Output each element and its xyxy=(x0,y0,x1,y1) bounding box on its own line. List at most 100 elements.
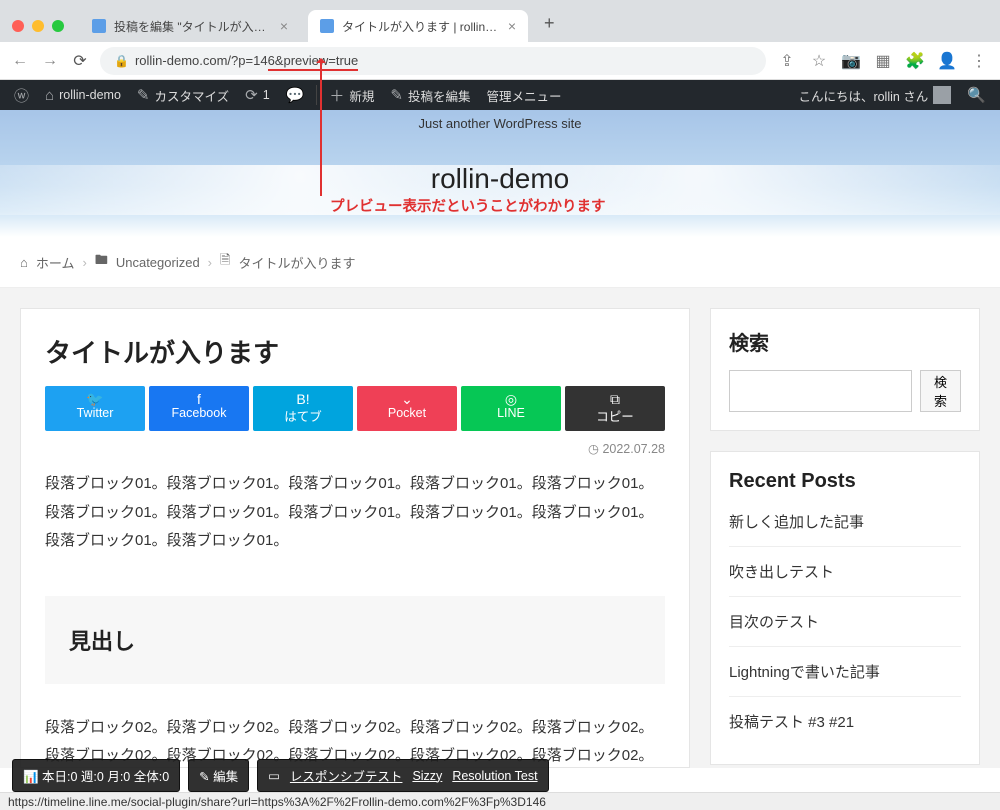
list-item: 新しく追加した記事 xyxy=(729,507,961,546)
back-button[interactable]: ← xyxy=(10,52,30,70)
forward-button[interactable]: → xyxy=(40,52,60,70)
wp-logo[interactable]: ⓦ xyxy=(6,80,37,110)
close-window-button[interactable] xyxy=(12,20,24,32)
reload-button[interactable]: ⟳ xyxy=(70,51,90,71)
share-hatena-button[interactable]: B!はてブ xyxy=(253,386,353,431)
share-copy-button[interactable]: ⧉コピー xyxy=(565,386,665,431)
pocket-icon: ⌄ xyxy=(357,392,457,406)
profile-icon[interactable]: 👤 xyxy=(936,51,958,71)
breadcrumb-category[interactable]: Uncategorized xyxy=(116,255,200,270)
share-icon[interactable]: ⇪ xyxy=(776,51,798,71)
recent-post-link[interactable]: 新しく追加した記事 xyxy=(729,514,864,531)
close-tab-icon[interactable]: × xyxy=(508,18,516,34)
home-icon: ⌂ xyxy=(20,255,28,270)
folder-icon: 🖿 xyxy=(95,251,108,273)
site-name-link[interactable]: ⌂rollin-demo xyxy=(37,80,129,110)
list-item: Lightningで書いた記事 xyxy=(729,646,961,696)
copy-icon: ⧉ xyxy=(565,392,665,406)
search-widget: 検索 検索 xyxy=(710,308,980,431)
sizzy-link[interactable]: Sizzy xyxy=(412,769,442,783)
minimize-window-button[interactable] xyxy=(32,20,44,32)
resolution-test-link[interactable]: Resolution Test xyxy=(452,769,537,783)
hatena-icon: B! xyxy=(253,392,353,406)
chevron-right-icon: › xyxy=(82,255,86,270)
recent-post-link[interactable]: Lightningで書いた記事 xyxy=(729,664,880,681)
recent-posts-widget: Recent Posts 新しく追加した記事 吹き出しテスト 目次のテスト Li… xyxy=(710,451,980,765)
new-content-link[interactable]: ＋新規 xyxy=(321,80,382,110)
comment-icon: 💬 xyxy=(286,86,305,104)
camera-icon[interactable]: 📷 xyxy=(840,51,862,71)
account-greeting[interactable]: こんにちは、rollin さん xyxy=(790,86,959,105)
lock-icon: 🔒 xyxy=(114,54,129,68)
favicon-icon xyxy=(320,19,334,33)
search-toggle[interactable]: 🔍 xyxy=(959,86,994,104)
browser-chrome: 投稿を編集 "タイトルが入ります" × タイトルが入ります | rollin-d… xyxy=(0,0,1000,80)
breadcrumb-current: タイトルが入ります xyxy=(238,253,355,272)
browser-status-bar: https://timeline.line.me/social-plugin/s… xyxy=(0,792,1000,810)
maximize-window-button[interactable] xyxy=(52,20,64,32)
recent-post-link[interactable]: 目次のテスト xyxy=(729,614,819,631)
pencil-icon: ✎ xyxy=(390,86,403,104)
facebook-icon: f xyxy=(149,392,249,406)
divider xyxy=(316,85,317,105)
avatar xyxy=(933,86,951,104)
tab-label: 投稿を編集 "タイトルが入ります" xyxy=(114,18,272,35)
widget-title: 検索 xyxy=(729,327,961,356)
home-icon: ⌂ xyxy=(45,87,54,104)
extension-icon[interactable]: ▦ xyxy=(872,51,894,71)
dev-toolbar: 📊 本日:0 週:0 月:0 全体:0 ✎ 編集 ▭ レスポンシブテスト Siz… xyxy=(12,759,549,792)
breadcrumb: ⌂ ホーム › 🖿 Uncategorized › 🗎 タイトルが入ります xyxy=(0,237,1000,288)
search-icon: 🔍 xyxy=(967,86,986,104)
recent-post-link[interactable]: 吹き出しテスト xyxy=(729,564,834,581)
post-date: 2022.07.28 xyxy=(45,431,665,470)
browser-tab-inactive[interactable]: 投稿を編集 "タイトルが入ります" × xyxy=(80,10,300,42)
device-icon: ▭ xyxy=(268,768,280,783)
list-item: 投稿テスト #3 #21 xyxy=(729,696,961,746)
extensions-puzzle-icon[interactable]: 🧩 xyxy=(904,51,926,71)
share-twitter-button[interactable]: 🐦Twitter xyxy=(45,386,145,431)
address-bar[interactable]: 🔒 rollin-demo.com/?p=146&preview=true xyxy=(100,47,766,75)
share-facebook-button[interactable]: fFacebook xyxy=(149,386,249,431)
site-header: Just another WordPress site rollin-demo xyxy=(0,110,1000,237)
list-item: 目次のテスト xyxy=(729,596,961,646)
manage-menu-link[interactable]: 管理メニュー xyxy=(478,80,569,110)
tab-label: タイトルが入ります | rollin-demo xyxy=(342,18,500,35)
plus-icon: ＋ xyxy=(329,85,344,106)
recent-post-link[interactable]: 投稿テスト #3 #21 xyxy=(729,714,854,731)
wp-admin-bar: ⓦ ⌂rollin-demo ✎カスタマイズ ⟳1 💬 ＋新規 ✎投稿を編集 管… xyxy=(0,80,1000,110)
star-icon[interactable]: ☆ xyxy=(808,51,830,71)
search-input[interactable] xyxy=(729,370,912,412)
site-tagline: Just another WordPress site xyxy=(0,110,1000,131)
updates-link[interactable]: ⟳1 xyxy=(237,80,278,110)
list-item: 吹き出しテスト xyxy=(729,546,961,596)
stats-box[interactable]: 📊 本日:0 週:0 月:0 全体:0 xyxy=(12,759,180,792)
window-controls xyxy=(8,20,72,42)
chevron-right-icon: › xyxy=(208,255,212,270)
share-pocket-button[interactable]: ⌄Pocket xyxy=(357,386,457,431)
post-article: タイトルが入ります 🐦Twitter fFacebook B!はてブ ⌄Pock… xyxy=(20,308,690,768)
line-icon: ◎ xyxy=(461,392,561,406)
paragraph-block: 段落ブロック01。段落ブロック01。段落ブロック01。段落ブロック01。段落ブロ… xyxy=(45,470,665,556)
twitter-icon: 🐦 xyxy=(45,392,145,406)
close-tab-icon[interactable]: × xyxy=(280,18,288,34)
customize-link[interactable]: ✎カスタマイズ xyxy=(129,80,237,110)
site-title[interactable]: rollin-demo xyxy=(0,131,1000,195)
breadcrumb-home[interactable]: ホーム xyxy=(36,253,75,272)
comments-link[interactable]: 💬 xyxy=(278,80,313,110)
browser-tab-active[interactable]: タイトルが入ります | rollin-demo × xyxy=(308,10,528,42)
sidebar: 検索 検索 Recent Posts 新しく追加した記事 吹き出しテスト 目次の… xyxy=(710,308,980,768)
edit-post-link[interactable]: ✎投稿を編集 xyxy=(382,80,478,110)
update-icon: ⟳ xyxy=(245,86,258,104)
responsive-test-link[interactable]: レスポンシブテスト xyxy=(290,766,403,785)
wordpress-icon: ⓦ xyxy=(14,85,29,106)
share-line-button[interactable]: ◎LINE xyxy=(461,386,561,431)
widget-title: Recent Posts xyxy=(729,470,961,493)
post-title: タイトルが入ります xyxy=(45,333,665,370)
heading-2: 見出し xyxy=(69,624,641,656)
search-button[interactable]: 検索 xyxy=(920,370,961,412)
new-tab-button[interactable]: + xyxy=(536,13,563,42)
edit-box[interactable]: ✎ 編集 xyxy=(188,759,249,792)
brush-icon: ✎ xyxy=(137,86,150,104)
page-icon: 🗎 xyxy=(220,251,230,273)
menu-icon[interactable]: ⋮ xyxy=(968,51,990,71)
